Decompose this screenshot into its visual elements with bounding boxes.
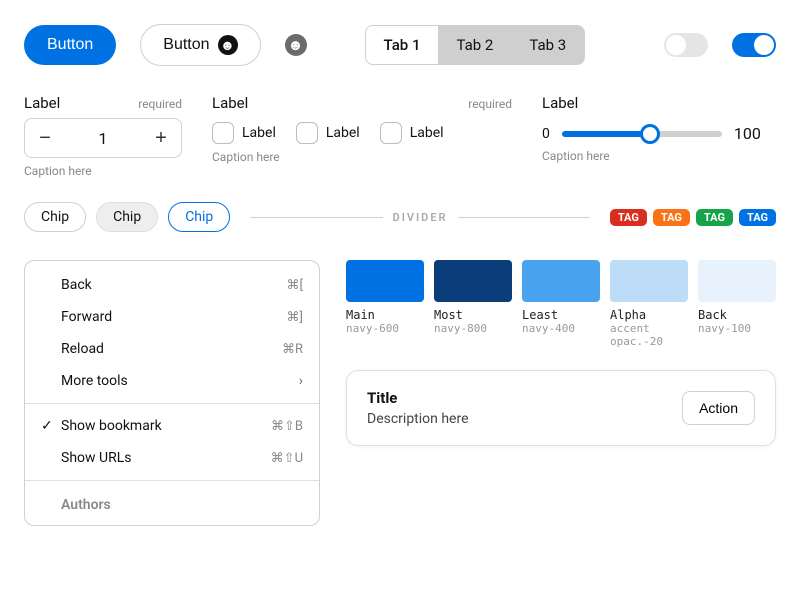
quantity-stepper: − 1 + — [24, 118, 182, 158]
menu-separator — [25, 403, 319, 404]
swatch-color — [434, 260, 512, 302]
tag-orange: TAG — [653, 209, 690, 226]
swatch-name: Most — [434, 308, 512, 322]
tab-2[interactable]: Tab 2 — [438, 26, 511, 64]
swatch-accent opac.-20: Alphaaccent opac.-20 — [610, 260, 688, 348]
swatch-color — [698, 260, 776, 302]
toggle-on[interactable] — [732, 33, 776, 57]
stepper-required: required — [138, 97, 182, 111]
chevron-right-icon: › — [299, 373, 303, 389]
checks-label: Label — [212, 94, 248, 112]
swatch-navy-600: Mainnavy-600 — [346, 260, 424, 348]
swatch-code: navy-800 — [434, 322, 512, 335]
swatch-name: Main — [346, 308, 424, 322]
checkbox-icon — [212, 122, 234, 144]
card-description: Description here — [367, 411, 469, 427]
stepper-value: 1 — [65, 129, 141, 148]
stepper-label: Label — [24, 94, 60, 112]
card-title: Title — [367, 389, 469, 407]
checkbox-1-label: Label — [242, 125, 276, 141]
info-card: Title Description here Action — [346, 370, 776, 446]
menu-forward[interactable]: Forward ⌘] — [25, 301, 319, 333]
swatch-code: navy-400 — [522, 322, 600, 335]
checkbox-1[interactable]: Label — [212, 122, 276, 144]
color-palette: Mainnavy-600Mostnavy-800Leastnavy-400Alp… — [346, 260, 776, 348]
swatch-code: accent opac.-20 — [610, 322, 688, 348]
swatch-navy-400: Leastnavy-400 — [522, 260, 600, 348]
slider-min: 0 — [542, 126, 550, 142]
slider-handle[interactable] — [640, 124, 660, 144]
menu-separator — [25, 480, 319, 481]
context-menu: Back ⌘[ Forward ⌘] Reload ⌘R More tools … — [24, 260, 320, 526]
menu-more-tools[interactable]: More tools › — [25, 365, 319, 397]
checks-required: required — [468, 97, 512, 111]
checkbox-3-label: Label — [410, 125, 444, 141]
checkbox-icon — [296, 122, 318, 144]
slider[interactable] — [562, 131, 722, 137]
smiley-icon-disabled: ☻ — [285, 34, 307, 56]
tab-group: Tab 1 Tab 2 Tab 3 — [365, 25, 586, 65]
stepper-plus-button[interactable]: + — [141, 119, 181, 157]
secondary-button[interactable]: Button ☻ — [140, 24, 260, 66]
divider-label: DIVIDER — [393, 211, 448, 224]
stepper-caption: Caption here — [24, 164, 182, 178]
slider-label: Label — [542, 94, 578, 112]
tag-red: TAG — [610, 209, 647, 226]
primary-button[interactable]: Button — [24, 25, 116, 65]
tag-green: TAG — [696, 209, 733, 226]
checkbox-3[interactable]: Label — [380, 122, 444, 144]
menu-show-bookmark[interactable]: ✓ Show bookmark ⌘⇧B — [25, 410, 319, 442]
checkbox-2[interactable]: Label — [296, 122, 360, 144]
swatch-name: Back — [698, 308, 776, 322]
card-action-button[interactable]: Action — [682, 391, 755, 425]
slider-max: 100 — [734, 124, 761, 143]
divider: DIVIDER — [250, 211, 590, 224]
swatch-name: Least — [522, 308, 600, 322]
swatch-navy-100: Backnavy-100 — [698, 260, 776, 348]
swatch-name: Alpha — [610, 308, 688, 322]
menu-reload[interactable]: Reload ⌘R — [25, 333, 319, 365]
tag-blue: TAG — [739, 209, 776, 226]
chip-1[interactable]: Chip — [24, 202, 86, 232]
toggle-off[interactable] — [664, 33, 708, 57]
tab-1[interactable]: Tab 1 — [366, 26, 439, 64]
chip-3[interactable]: Chip — [168, 202, 230, 232]
menu-back[interactable]: Back ⌘[ — [25, 269, 319, 301]
swatch-navy-800: Mostnavy-800 — [434, 260, 512, 348]
checkbox-2-label: Label — [326, 125, 360, 141]
swatch-color — [346, 260, 424, 302]
secondary-button-label: Button — [163, 36, 209, 54]
swatch-code: navy-100 — [698, 322, 776, 335]
check-icon: ✓ — [41, 418, 61, 434]
slider-caption: Caption here — [542, 149, 776, 163]
menu-show-urls[interactable]: Show URLs ⌘⇧U — [25, 442, 319, 474]
checkbox-icon — [380, 122, 402, 144]
chip-2[interactable]: Chip — [96, 202, 158, 232]
swatch-color — [610, 260, 688, 302]
menu-heading-authors: Authors — [25, 487, 319, 517]
checks-caption: Caption here — [212, 150, 512, 164]
swatch-color — [522, 260, 600, 302]
tab-3[interactable]: Tab 3 — [511, 26, 584, 64]
swatch-code: navy-600 — [346, 322, 424, 335]
smiley-icon: ☻ — [218, 35, 238, 55]
stepper-minus-button[interactable]: − — [25, 119, 65, 157]
